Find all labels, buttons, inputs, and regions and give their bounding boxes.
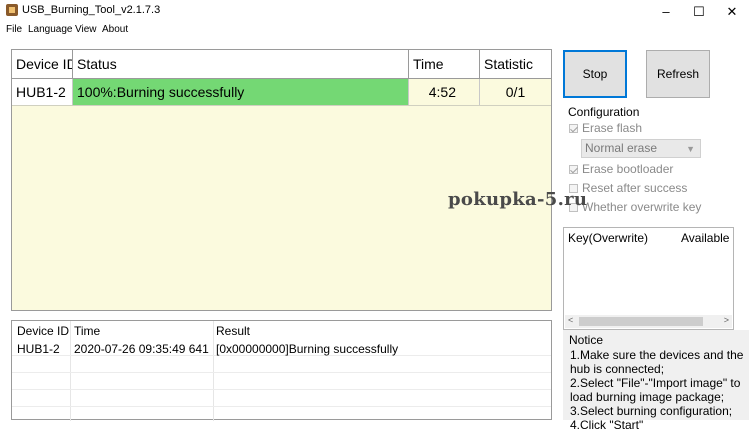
- stop-button[interactable]: Stop: [563, 50, 627, 98]
- device-id-cell: HUB1-2: [12, 79, 73, 105]
- log-row-divider: [12, 389, 551, 390]
- notice-line: 3.Select burning configuration;: [570, 404, 733, 418]
- erase-mode-select[interactable]: Normal erase ▼: [581, 139, 701, 158]
- title-bar: USB_Burning_Tool_v2.1.7.3 – ☐ ✕: [0, 0, 749, 23]
- device-grid-header: Device ID Status Time Statistic: [12, 50, 551, 79]
- status-cell: 100%:Burning successfully: [73, 79, 409, 105]
- app-icon: [6, 4, 18, 16]
- log-row-divider: [12, 372, 551, 373]
- key-header-available[interactable]: Available: [681, 231, 729, 245]
- watermark: pokupka-5.ru: [448, 189, 588, 210]
- minimize-button[interactable]: –: [649, 0, 683, 23]
- log-device-id: HUB1-2: [17, 342, 60, 356]
- refresh-button[interactable]: Refresh: [646, 50, 710, 98]
- overwrite-key-checkbox[interactable]: Whether overwrite key: [569, 200, 701, 214]
- menu-file[interactable]: File: [6, 24, 22, 35]
- time-cell: 4:52: [409, 79, 480, 105]
- log-result: [0x00000000]Burning successfully: [216, 342, 399, 356]
- device-grid[interactable]: Device ID Status Time Statistic HUB1-2 1…: [11, 49, 552, 311]
- reset-after-success-label: Reset after success: [582, 181, 688, 195]
- menu-view[interactable]: View: [75, 24, 97, 35]
- overwrite-key-label: Whether overwrite key: [582, 200, 702, 214]
- notice-line: hub is connected;: [570, 362, 665, 376]
- menu-about[interactable]: About: [102, 24, 128, 35]
- log-time: 2020-07-26 09:35:49 641: [74, 342, 209, 356]
- notice-line: 1.Make sure the devices and the: [570, 348, 744, 362]
- scroll-right-icon[interactable]: >: [724, 315, 729, 325]
- scroll-left-icon[interactable]: <: [568, 315, 573, 325]
- notice-title: Notice: [569, 333, 604, 347]
- menu-language[interactable]: Language: [28, 24, 73, 35]
- window-title: USB_Burning_Tool_v2.1.7.3: [22, 4, 161, 16]
- column-header-statistic[interactable]: Statistic: [480, 50, 551, 78]
- log-row-divider: [12, 406, 551, 407]
- log-header-time[interactable]: Time: [74, 324, 100, 338]
- erase-mode-value: Normal erase: [585, 141, 658, 155]
- notice-line: load burning image package;: [570, 390, 725, 404]
- log-grid[interactable]: Device ID Time Result HUB1-2 2020-07-26 …: [11, 320, 552, 421]
- notice-line: 2.Select "File"-"Import image" to: [570, 376, 741, 390]
- erase-bootloader-checkbox[interactable]: Erase bootloader: [569, 162, 673, 176]
- checkbox-box: [569, 124, 578, 133]
- column-header-time[interactable]: Time: [409, 50, 480, 78]
- close-button[interactable]: ✕: [715, 0, 749, 23]
- log-header-device-id[interactable]: Device ID: [17, 324, 69, 338]
- column-header-status[interactable]: Status: [73, 50, 409, 78]
- notice-panel: Notice 1.Make sure the devices and the h…: [563, 330, 749, 432]
- horizontal-scrollbar[interactable]: < >: [565, 315, 732, 328]
- statistic-cell: 0/1: [505, 84, 526, 100]
- configuration-title: Configuration: [568, 105, 640, 119]
- chevron-down-icon: ▼: [686, 144, 695, 154]
- menu-bar: File Language View About: [0, 23, 749, 39]
- erase-flash-checkbox[interactable]: Erase flash: [569, 121, 642, 135]
- log-header-result[interactable]: Result: [216, 324, 250, 338]
- key-header-key[interactable]: Key(Overwrite): [568, 231, 648, 245]
- key-table[interactable]: Key(Overwrite) Available < >: [563, 227, 734, 330]
- maximize-button[interactable]: ☐: [682, 0, 716, 23]
- erase-bootloader-label: Erase bootloader: [582, 162, 674, 176]
- column-header-device-id[interactable]: Device ID: [12, 50, 73, 78]
- checkbox-box: [569, 165, 578, 174]
- table-row[interactable]: HUB1-2 100%:Burning successfully 4:52 0/…: [12, 79, 551, 106]
- erase-flash-label: Erase flash: [582, 121, 643, 135]
- scrollbar-thumb[interactable]: [579, 317, 703, 326]
- notice-line: 4.Click "Start": [570, 418, 644, 432]
